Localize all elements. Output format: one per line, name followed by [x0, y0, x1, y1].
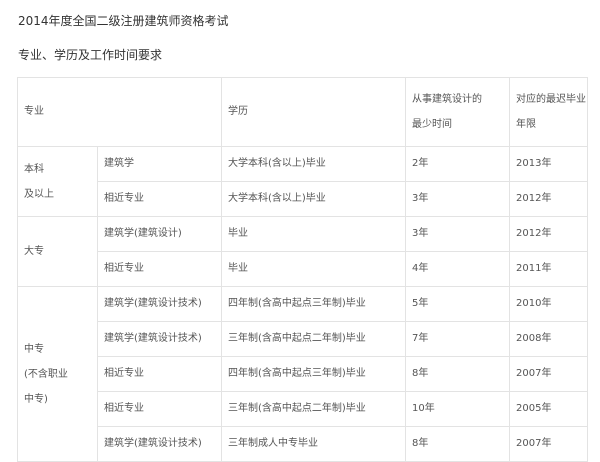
table-row: 相近专业 毕业 4年 2011年: [18, 251, 588, 287]
cell-years: 10年: [405, 391, 510, 427]
group-college: 大专: [17, 216, 98, 287]
cell-education: 三年制(含高中起点二年制)毕业: [221, 321, 406, 357]
table-row: 相近专业 四年制(含高中起点三年制)毕业 8年 2007年: [18, 356, 588, 392]
table-row: 建筑学(建筑设计技术) 三年制(含高中起点二年制)毕业 7年 2008年: [18, 321, 588, 357]
table-row: 相近专业 三年制(含高中起点二年制)毕业 10年 2005年: [18, 391, 588, 427]
cell-major: 建筑学(建筑设计技术): [97, 286, 222, 322]
cell-year-limit: 2007年: [509, 426, 588, 462]
cell-major: 相近专业: [97, 181, 222, 217]
cell-major: 相近专业: [97, 356, 222, 392]
cell-education: 四年制(含高中起点三年制)毕业: [221, 286, 406, 322]
cell-years: 4年: [405, 251, 510, 287]
cell-major: 建筑学(建筑设计): [97, 216, 222, 252]
cell-years: 3年: [405, 216, 510, 252]
cell-major: 建筑学(建筑设计技术): [97, 426, 222, 462]
cell-year-limit: 2012年: [509, 181, 588, 217]
cell-education: 毕业: [221, 251, 406, 287]
cell-year-limit: 2007年: [509, 356, 588, 392]
cell-year-limit: 2005年: [509, 391, 588, 427]
table-row: 相近专业 大学本科(含以上)毕业 3年 2012年: [18, 181, 588, 217]
table-header-row: 专业 学历 从事建筑设计的 最少时间 对应的最迟毕业 年限: [17, 77, 588, 147]
group-technical: 中专 (不含职业 中专): [17, 286, 98, 462]
cell-education: 大学本科(含以上)毕业: [221, 146, 406, 182]
header-major: 专业: [17, 77, 222, 147]
cell-year-limit: 2011年: [509, 251, 588, 287]
cell-year-limit: 2013年: [509, 146, 588, 182]
requirements-table: 专业 学历 从事建筑设计的 最少时间 对应的最迟毕业 年限 本科 及以上 建筑学…: [17, 77, 588, 462]
table-row: 本科 及以上 建筑学 大学本科(含以上)毕业 2年 2013年: [17, 146, 588, 217]
cell-education: 三年制成人中专毕业: [221, 426, 406, 462]
cell-major: 建筑学: [97, 146, 222, 182]
cell-education: 大学本科(含以上)毕业: [221, 181, 406, 217]
cell-major: 建筑学(建筑设计技术): [97, 321, 222, 357]
page-subtitle: 专业、学历及工作时间要求: [18, 48, 163, 62]
cell-education: 毕业: [221, 216, 406, 252]
cell-years: 5年: [405, 286, 510, 322]
cell-year-limit: 2010年: [509, 286, 588, 322]
cell-years: 8年: [405, 356, 510, 392]
cell-years: 3年: [405, 181, 510, 217]
header-education: 学历: [221, 77, 406, 147]
group-bachelor: 本科 及以上: [17, 146, 98, 217]
cell-years: 7年: [405, 321, 510, 357]
table-row: 大专 建筑学(建筑设计) 毕业 3年 2012年: [17, 216, 588, 287]
table-row: 建筑学(建筑设计技术) 三年制成人中专毕业 8年 2007年: [18, 426, 588, 462]
table-row: 中专 (不含职业 中专) 建筑学(建筑设计技术) 四年制(含高中起点三年制)毕业…: [17, 286, 588, 462]
page-title: 2014年度全国二级注册建筑师资格考试: [18, 14, 229, 28]
cell-years: 2年: [405, 146, 510, 182]
cell-years: 8年: [405, 426, 510, 462]
cell-education: 四年制(含高中起点三年制)毕业: [221, 356, 406, 392]
header-min-years: 从事建筑设计的 最少时间: [405, 77, 510, 147]
cell-major: 相近专业: [97, 251, 222, 287]
cell-year-limit: 2012年: [509, 216, 588, 252]
cell-major: 相近专业: [97, 391, 222, 427]
header-graduation-year: 对应的最迟毕业 年限: [509, 77, 588, 147]
cell-year-limit: 2008年: [509, 321, 588, 357]
cell-education: 三年制(含高中起点二年制)毕业: [221, 391, 406, 427]
